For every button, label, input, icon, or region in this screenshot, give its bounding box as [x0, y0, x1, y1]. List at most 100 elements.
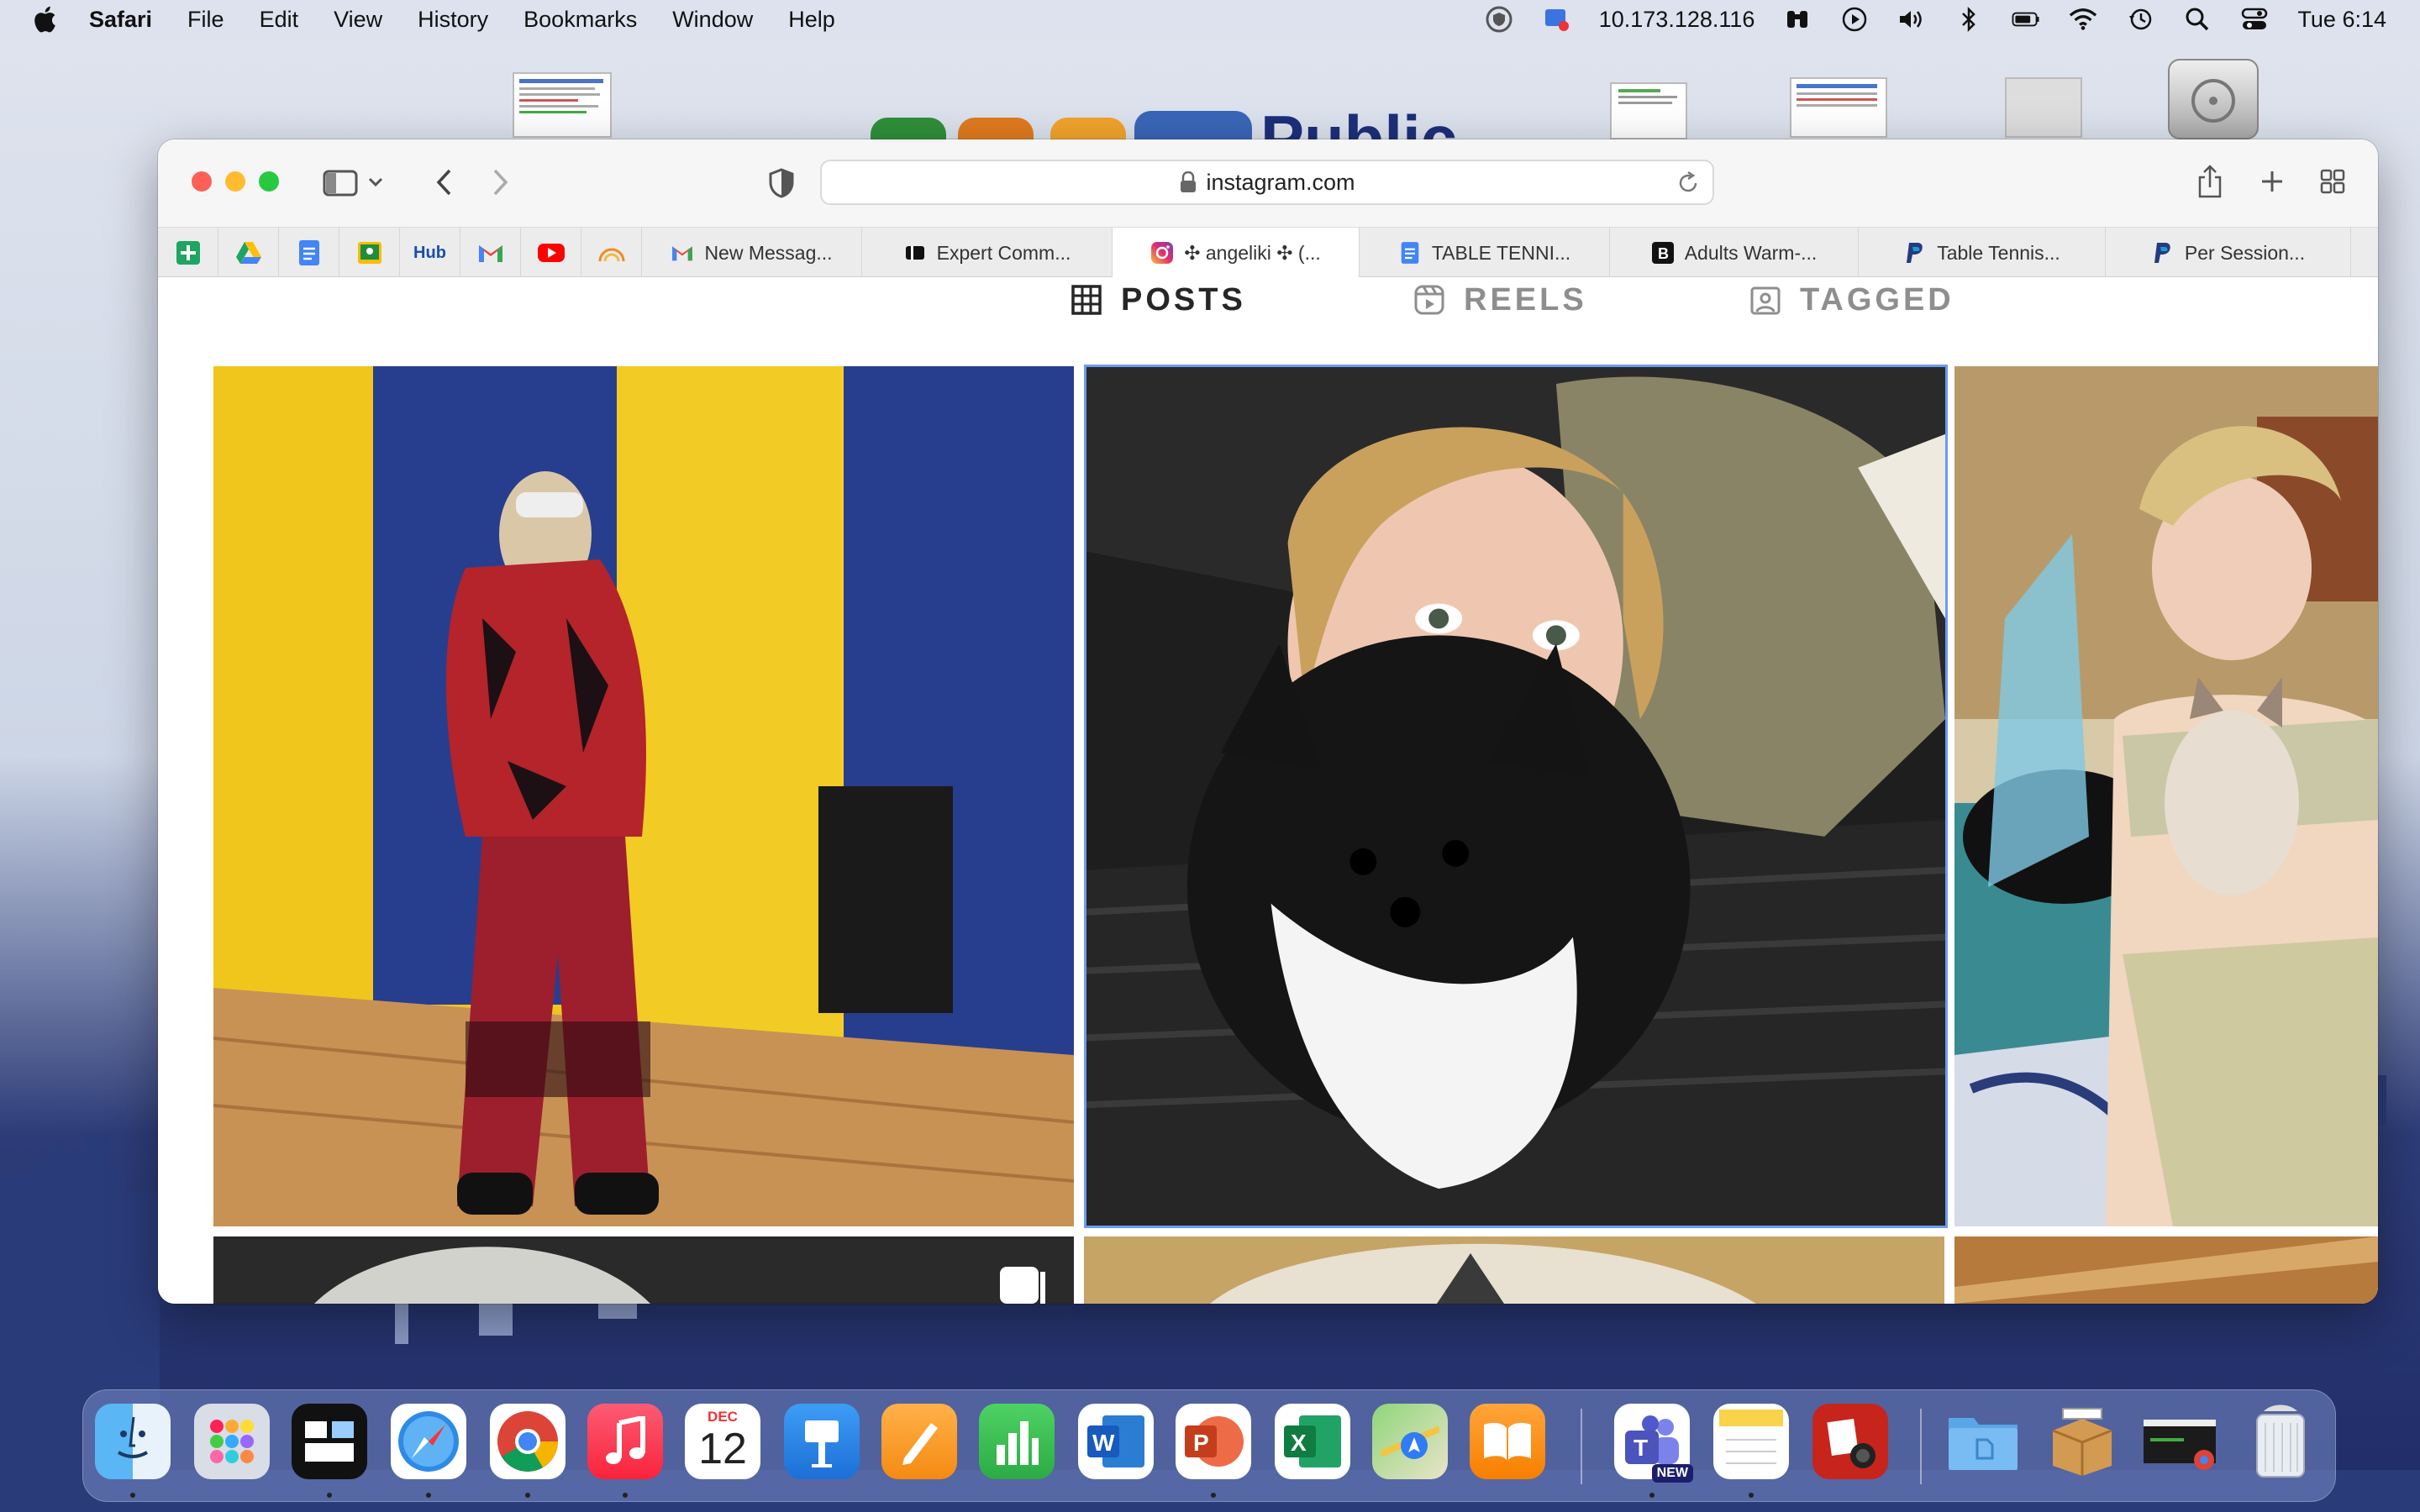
post-woman-with-kitten[interactable] [1954, 366, 2378, 1226]
tab-expert-comm[interactable]: Expert Comm... [862, 228, 1113, 278]
menu-file[interactable]: File [187, 7, 224, 33]
dock-notes[interactable] [1713, 1404, 1789, 1479]
favorite-google-sheets[interactable] [158, 228, 218, 278]
tab-table-tennis-doc[interactable]: TABLE TENNI... [1360, 228, 1610, 278]
favorite-youtube[interactable] [521, 228, 581, 278]
dock-numbers[interactable] [979, 1404, 1055, 1479]
dock-launchpad[interactable] [194, 1404, 270, 1479]
tab-tagged-label: TAGGED [1800, 281, 1954, 318]
dock-chrome-window[interactable] [2142, 1404, 2217, 1479]
dock: DEC 12 W P X T NEW [82, 1389, 2336, 1502]
volume-icon[interactable] [1897, 5, 1926, 34]
favorite-google-docs[interactable] [279, 228, 339, 278]
sidebar-toggle-icon[interactable] [321, 166, 360, 200]
play-icon[interactable] [1840, 5, 1869, 34]
menu-edit[interactable]: Edit [260, 7, 299, 33]
gmail-icon [478, 245, 502, 262]
chevron-down-icon[interactable] [365, 171, 387, 193]
dock-archive-utility[interactable] [2044, 1404, 2120, 1479]
post-person-hoodie-gym[interactable] [213, 366, 1074, 1226]
zoom-window-button[interactable] [259, 171, 279, 192]
menu-window[interactable]: Window [672, 7, 753, 33]
desktop-document-icon[interactable] [1610, 82, 1687, 139]
bluetooth-icon[interactable] [1954, 5, 1983, 34]
dock-chrome[interactable] [490, 1404, 566, 1479]
post-wood-texture[interactable] [1954, 1236, 2378, 1304]
tab-new-message[interactable]: New Messag... [642, 228, 862, 278]
post-blonde-hair[interactable] [1084, 1236, 1944, 1304]
post-gray-hood[interactable] [213, 1236, 1074, 1304]
menu-help[interactable]: Help [788, 7, 835, 33]
dock-teams[interactable]: T NEW [1614, 1404, 1693, 1483]
dock-pages[interactable] [881, 1404, 957, 1479]
tab-reels[interactable]: REELS [1413, 279, 1587, 321]
tab-title: TABLE TENNI... [1431, 241, 1571, 264]
forward-button[interactable] [484, 163, 518, 202]
dock-photo-booth[interactable] [1812, 1404, 1888, 1479]
menu-clock[interactable]: Tue 6:14 [2297, 7, 2386, 33]
favorite-google-classroom[interactable] [339, 228, 400, 278]
folder-icon [1949, 1418, 2018, 1470]
ip-address-label: 10.173.128.116 [1598, 6, 1755, 32]
back-button[interactable] [427, 163, 460, 202]
dock-keynote[interactable] [784, 1404, 860, 1479]
tab-overview-icon[interactable] [2314, 163, 2351, 200]
favorite-wellness-hub[interactable]: Hub [400, 228, 460, 278]
menu-history[interactable]: History [418, 7, 488, 33]
battery-icon[interactable] [2012, 5, 2040, 34]
launchpad-icon [210, 1420, 254, 1463]
favorite-google-drive[interactable] [218, 228, 279, 278]
desktop-scan-thumbnail[interactable] [2005, 77, 2082, 138]
address-bar[interactable]: instagram.com [820, 160, 1714, 205]
dock-trash[interactable] [2243, 1404, 2318, 1479]
chrome-window-icon [2144, 1420, 2216, 1470]
time-machine-icon[interactable] [2126, 5, 2154, 34]
menu-view[interactable]: View [334, 7, 382, 33]
dock-safari[interactable] [391, 1404, 466, 1479]
favorite-gmail[interactable] [460, 228, 521, 278]
menu-bookmarks[interactable]: Bookmarks [523, 7, 637, 33]
dock-calendar[interactable]: DEC 12 [685, 1404, 760, 1479]
new-tab-icon[interactable] [2254, 163, 2291, 200]
desktop-hard-drive-icon[interactable] [2168, 59, 2259, 139]
reload-icon[interactable] [1676, 171, 1701, 196]
spotlight-search-icon[interactable] [2183, 5, 2212, 34]
privacy-shield-icon[interactable] [765, 165, 798, 202]
tab-table-tennis-paypal[interactable]: Table Tennis... [1859, 228, 2106, 278]
instagram-icon [1150, 241, 1174, 265]
dock-word[interactable]: W [1078, 1404, 1154, 1479]
dock-books[interactable] [1470, 1404, 1545, 1479]
control-center-icon[interactable] [2240, 5, 2269, 34]
tab-instagram[interactable]: ✣ angeliki ✣ (... [1113, 228, 1360, 278]
books-icon [1484, 1422, 1531, 1460]
dock-maps[interactable] [1372, 1404, 1448, 1479]
post-girl-with-dog[interactable] [1084, 365, 1948, 1228]
binoculars-icon[interactable] [1783, 5, 1812, 34]
close-window-button[interactable] [192, 171, 212, 192]
screen-sharing-icon[interactable] [1542, 5, 1570, 34]
menu-app-safari[interactable]: Safari [89, 7, 152, 33]
desktop-spreadsheet-thumbnail[interactable] [1790, 77, 1887, 138]
favorite-rainbow[interactable] [581, 228, 642, 278]
tab-per-session[interactable]: Per Session... [2106, 228, 2351, 278]
dock-powerpoint[interactable]: P [1176, 1404, 1251, 1479]
tab-tagged[interactable]: TAGGED [1749, 279, 1954, 321]
wifi-icon[interactable] [2069, 5, 2097, 34]
window-manager-icon [305, 1421, 354, 1462]
safari-compass-icon [398, 1411, 459, 1472]
dock-music[interactable] [587, 1404, 663, 1479]
svg-text:W: W [1092, 1430, 1115, 1456]
desktop-file-thumbnail[interactable] [513, 72, 612, 138]
tab-posts[interactable]: POSTS [1071, 279, 1246, 321]
dock-excel[interactable]: X [1275, 1404, 1350, 1479]
minimize-window-button[interactable] [225, 171, 245, 192]
vpn-shield-icon[interactable] [1485, 5, 1513, 34]
apple-menu-icon[interactable] [30, 3, 62, 35]
share-icon[interactable] [2191, 160, 2228, 203]
dock-finder[interactable] [95, 1404, 171, 1479]
dock-window-manager[interactable] [292, 1404, 367, 1479]
running-indicator [327, 1493, 332, 1498]
dock-documents-folder[interactable] [1945, 1404, 2021, 1479]
running-indicator [1649, 1493, 1655, 1498]
tab-adults-warm[interactable]: B Adults Warm-... [1610, 228, 1859, 278]
